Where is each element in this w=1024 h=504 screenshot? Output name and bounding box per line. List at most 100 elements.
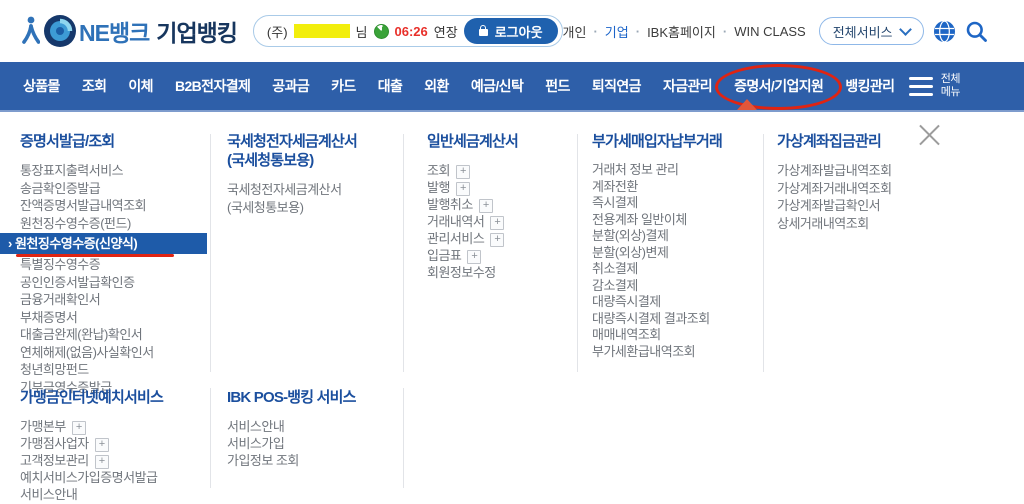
- menu-item[interactable]: 분할(외상)변제: [592, 245, 762, 262]
- lock-icon: [478, 25, 488, 36]
- expand-icon[interactable]: +: [455, 165, 470, 179]
- menu-item[interactable]: 발행 +: [427, 179, 577, 196]
- nav-item-fund-management[interactable]: 자금관리: [652, 76, 723, 96]
- expand-icon[interactable]: +: [467, 250, 482, 264]
- nav-item-fund[interactable]: 펀드: [534, 76, 581, 96]
- menu-item[interactable]: 서비스안내: [20, 486, 220, 503]
- link-corporate[interactable]: 기업: [605, 22, 629, 41]
- expand-icon[interactable]: +: [490, 233, 505, 247]
- menu-item[interactable]: 분할(외상)결제: [592, 228, 762, 245]
- nav-item-retirement-pension[interactable]: 퇴직연금: [581, 76, 652, 96]
- nav-item-utility-bills[interactable]: 공과금: [261, 76, 320, 96]
- session-timer: 06:26: [394, 23, 428, 39]
- menu-item-selected[interactable]: › 원천징수영수증(신양식): [0, 233, 207, 257]
- menu-item[interactable]: 서비스가입: [227, 435, 427, 452]
- menu-item[interactable]: 대량즉시결제: [592, 294, 762, 311]
- nav-item-certificates-business-support[interactable]: 증명서/기업지원: [715, 64, 843, 110]
- menu-item[interactable]: 청년희망펀드: [20, 361, 206, 379]
- menu-item[interactable]: 가입정보 조회: [227, 452, 427, 469]
- menu-item[interactable]: 관리서비스 +: [427, 230, 577, 247]
- link-win-class[interactable]: WIN CLASS: [734, 24, 806, 39]
- menu-item[interactable]: 조회 +: [427, 162, 577, 179]
- session-timer-icon: [373, 23, 389, 39]
- company-prefix: (주): [266, 24, 288, 40]
- column-divider: [763, 134, 764, 372]
- nav-item-products[interactable]: 상품몰: [12, 76, 71, 96]
- link-personal[interactable]: 개인: [563, 22, 587, 41]
- search-button[interactable]: [965, 20, 988, 43]
- all-menu-label: 전체 메뉴: [940, 73, 961, 98]
- menu-item[interactable]: 즉시결제: [592, 195, 762, 212]
- expand-icon[interactable]: +: [71, 421, 86, 435]
- nav-item-deposit-trust[interactable]: 예금/신탁: [460, 76, 534, 96]
- menu-item[interactable]: 가맹점사업자 +: [20, 435, 220, 452]
- menu-item[interactable]: 대출금완제(완납)확인서: [20, 326, 206, 344]
- menu-item[interactable]: 대량즉시결제 결과조회: [592, 311, 762, 328]
- app-logo[interactable]: NE뱅크 기업뱅킹: [22, 13, 238, 49]
- nav-item-loan[interactable]: 대출: [367, 76, 414, 96]
- menu-item[interactable]: 잔액증명서발급내역조회: [20, 197, 206, 215]
- column-divider: [403, 134, 404, 372]
- menu-item[interactable]: 상세거래내역조회: [777, 215, 967, 233]
- menu-section-title[interactable]: 일반세금계산서: [427, 132, 577, 151]
- menu-item[interactable]: 금융거래확인서: [20, 291, 206, 309]
- menu-item[interactable]: 서비스안내: [227, 418, 427, 435]
- menu-item[interactable]: 가상계좌발급확인서: [777, 197, 967, 215]
- globe-icon: [933, 20, 955, 42]
- menu-section-title[interactable]: 부가세매입자납부거래: [592, 132, 762, 151]
- all-services-dropdown[interactable]: 전체서비스: [818, 17, 924, 45]
- nav-item-card[interactable]: 카드: [320, 76, 367, 96]
- masked-company-name: [293, 24, 350, 38]
- menu-item[interactable]: 공인인증서발급확인증: [20, 274, 206, 292]
- menu-item[interactable]: 부가세환급내역조회: [592, 344, 762, 361]
- menu-item[interactable]: 특별징수영수증: [20, 256, 206, 274]
- menu-item[interactable]: 취소결제: [592, 261, 762, 278]
- nav-item-b2b[interactable]: B2B전자결제: [164, 76, 261, 96]
- nav-item-banking-management[interactable]: 뱅킹관리: [834, 76, 905, 96]
- menu-item[interactable]: 회원정보수정: [427, 264, 577, 281]
- menu-item[interactable]: 부채증명서: [20, 309, 206, 327]
- session-info: (주) 님 06:26 연장 로그아웃: [252, 15, 563, 47]
- menu-item[interactable]: 매매내역조회: [592, 327, 762, 344]
- menu-item[interactable]: 예치서비스가입증명서발급: [20, 469, 220, 486]
- menu-section-title[interactable]: 국세청전자세금계산서 (국세청통보용): [227, 132, 403, 170]
- menu-item[interactable]: 입금표 +: [427, 247, 577, 264]
- expand-icon[interactable]: +: [478, 199, 493, 213]
- menu-section-title[interactable]: IBK POS-뱅킹 서비스: [227, 388, 427, 407]
- menu-item[interactable]: 전용계좌 일반이체: [592, 212, 762, 229]
- logout-label: 로그아웃: [494, 24, 543, 40]
- menu-section-title[interactable]: 가맹금인터넷예치서비스: [20, 388, 220, 407]
- expand-icon[interactable]: +: [94, 438, 109, 452]
- language-globe-button[interactable]: [933, 20, 956, 43]
- logo-subtitle: 기업뱅킹: [156, 20, 238, 46]
- expand-icon[interactable]: +: [455, 182, 470, 196]
- menu-item[interactable]: 원천징수영수증(펀드): [20, 215, 206, 233]
- menu-item[interactable]: 연체해제(없음)사실확인서: [20, 344, 206, 362]
- header: NE뱅크 기업뱅킹 (주) 님 06:26 연장 로그아웃 개인 · 기업 · …: [0, 0, 1024, 62]
- menu-item[interactable]: 감소결제: [592, 278, 762, 295]
- menu-item[interactable]: 가상계좌발급내역조회: [777, 162, 967, 180]
- column-divider: [577, 134, 578, 372]
- link-ibk-homepage[interactable]: IBK홈페이지: [647, 22, 716, 41]
- menu-section-title[interactable]: 증명서발급/조회: [20, 132, 206, 151]
- all-menu-button[interactable]: 전체 메뉴: [908, 73, 961, 98]
- menu-item[interactable]: 가맹본부 +: [20, 418, 220, 435]
- logout-button[interactable]: 로그아웃: [463, 18, 558, 44]
- nav-item-transfer[interactable]: 이체: [117, 76, 164, 96]
- menu-item[interactable]: 통장표지출력서비스: [20, 162, 206, 180]
- nav-item-inquiry[interactable]: 조회: [71, 76, 118, 96]
- menu-item[interactable]: 발행취소 +: [427, 196, 577, 213]
- menu-item[interactable]: 계좌전환: [592, 179, 762, 196]
- nav-item-forex[interactable]: 외환: [413, 76, 460, 96]
- extend-session-button[interactable]: 연장: [434, 22, 458, 41]
- expand-icon[interactable]: +: [94, 455, 109, 469]
- menu-item[interactable]: 고객정보관리 +: [20, 452, 220, 469]
- menu-item[interactable]: 거래처 정보 관리: [592, 162, 762, 179]
- menu-item[interactable]: 국세청전자세금계산서 (국세청통보용): [227, 181, 403, 216]
- close-icon[interactable]: [916, 121, 944, 149]
- link-separator: ·: [635, 23, 641, 39]
- menu-item[interactable]: 송금확인증발급: [20, 180, 206, 198]
- menu-item[interactable]: 가상계좌거래내역조회: [777, 180, 967, 198]
- expand-icon[interactable]: +: [490, 216, 505, 230]
- menu-item[interactable]: 거래내역서 +: [427, 213, 577, 230]
